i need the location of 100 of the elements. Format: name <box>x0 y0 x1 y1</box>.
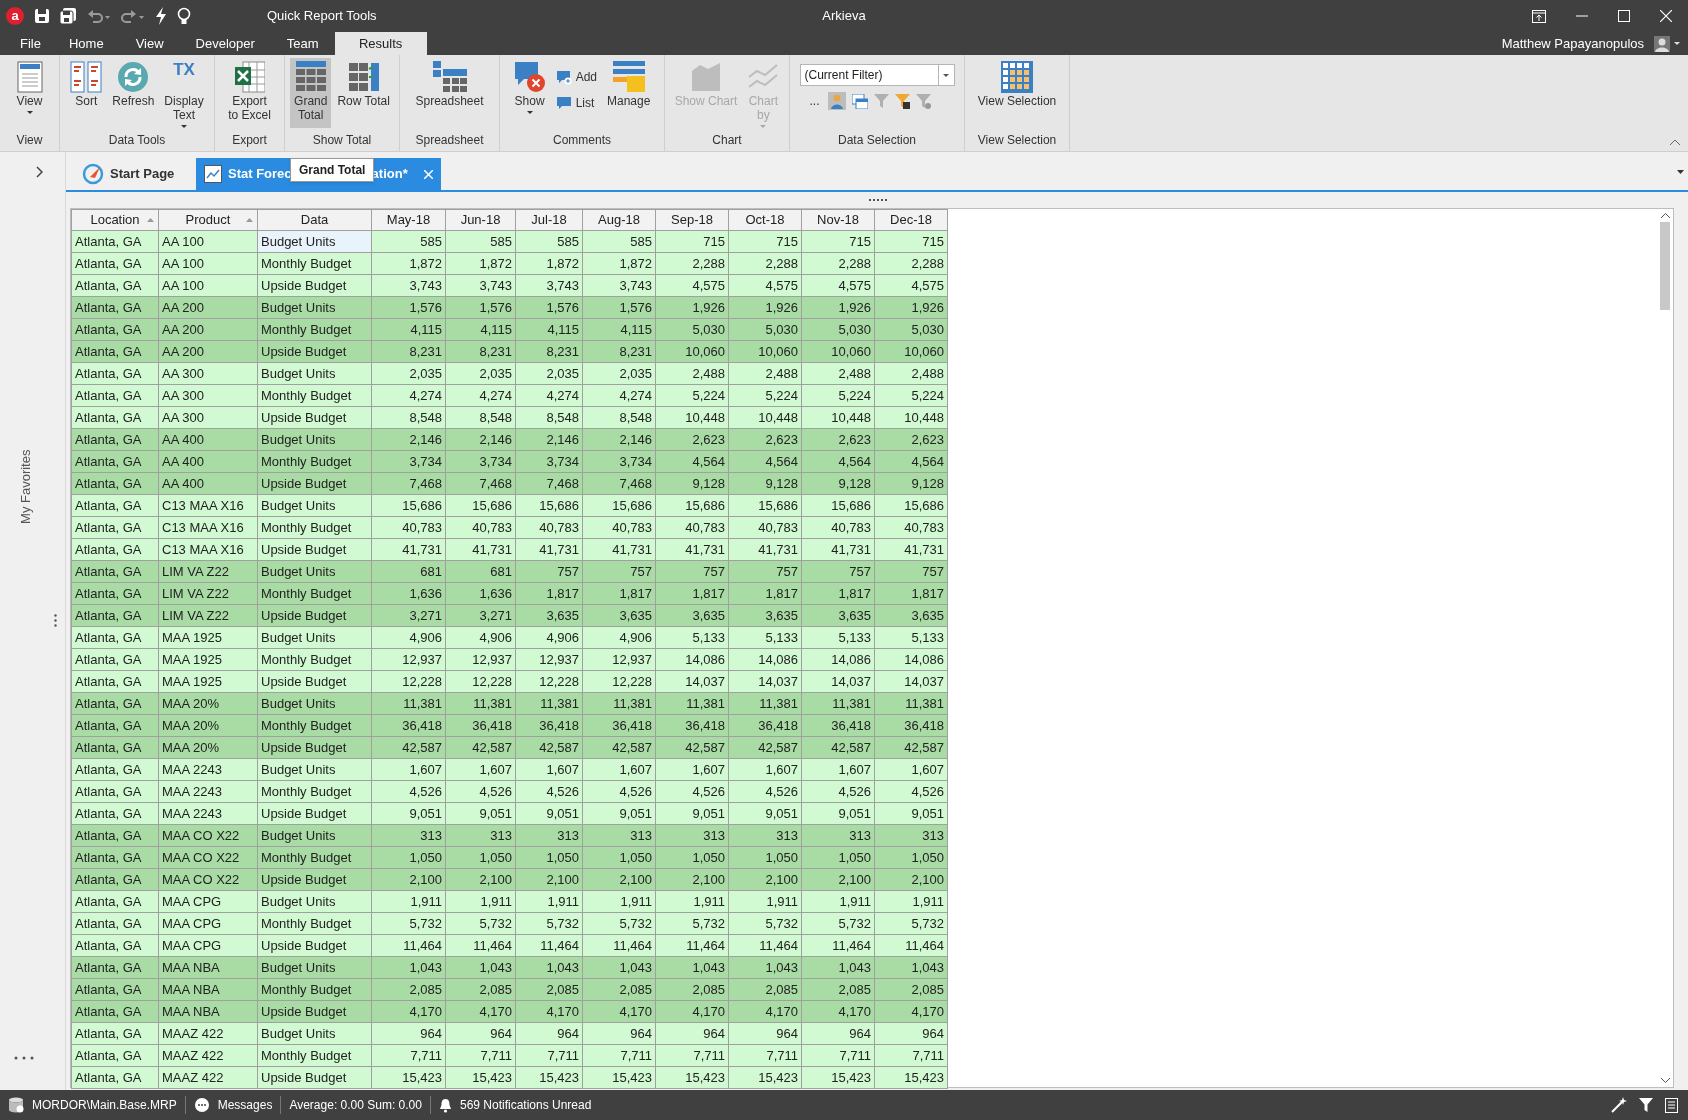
scrollbar-thumb[interactable] <box>1660 222 1670 310</box>
chart-icon <box>690 61 722 93</box>
scroll-down-icon[interactable] <box>1660 1078 1670 1083</box>
table-cell: Atlanta, GA <box>71 846 159 869</box>
ribbon-button[interactable]: Export to Excel <box>224 58 275 128</box>
column-header[interactable]: Jun-18 <box>445 209 516 231</box>
windows-icon[interactable] <box>851 93 868 109</box>
table-cell: Atlanta, GA <box>71 428 159 451</box>
table-cell: Atlanta, GA <box>71 956 159 979</box>
lightbulb-icon[interactable] <box>177 7 191 25</box>
redo-icon[interactable] <box>121 8 145 24</box>
lightning-icon[interactable] <box>155 7 167 25</box>
table-cell: Atlanta, GA <box>71 362 159 385</box>
user-filter-icon[interactable] <box>827 92 846 110</box>
table-cell: Atlanta, GA <box>71 1000 159 1023</box>
column-header[interactable]: May-18 <box>371 209 446 231</box>
menu-tab[interactable]: Results <box>334 32 427 55</box>
more-icon[interactable] <box>14 1056 34 1060</box>
table-cell: Atlanta, GA <box>71 824 159 847</box>
status-text: Average: 0.00 Sum: 0.00 <box>289 1097 422 1114</box>
scroll-up-icon[interactable] <box>1660 213 1670 218</box>
menu-tab[interactable]: Team <box>270 32 335 55</box>
column-header[interactable]: Aug-18 <box>582 209 656 231</box>
menu-tab[interactable]: Developer <box>179 32 271 55</box>
avatar-icon[interactable] <box>1654 35 1670 52</box>
table-cell: Atlanta, GA <box>71 406 159 429</box>
ribbon-button[interactable]: TX Display Text <box>160 58 208 128</box>
table-cell: Atlanta, GA <box>71 978 159 1001</box>
more-button[interactable]: ... <box>807 92 822 110</box>
ribbon-button[interactable]: View Selection <box>973 58 1061 128</box>
status-text: Messages <box>217 1097 273 1114</box>
caret-icon <box>943 73 949 77</box>
bell-icon <box>438 1097 452 1113</box>
table-cell: Atlanta, GA <box>71 318 159 341</box>
group-label: Data Tools <box>108 132 166 149</box>
column-header[interactable]: Nov-18 <box>801 209 875 231</box>
caret-icon <box>760 125 767 128</box>
magic-wand-icon[interactable] <box>1611 1097 1627 1113</box>
close-icon[interactable] <box>1660 10 1672 22</box>
table-cell: Atlanta, GA <box>71 296 159 319</box>
filter-save-icon[interactable] <box>894 93 910 109</box>
sidebar-tab[interactable]: My Favorites <box>16 449 36 525</box>
ribbon-button[interactable]: Spreadsheet <box>411 58 488 128</box>
spreadsheet-icon <box>234 61 265 93</box>
app-logo: a <box>6 7 24 25</box>
splitter-grip-icon[interactable] <box>869 198 887 202</box>
menu-tab[interactable]: View <box>119 32 180 55</box>
ribbon-button[interactable]: View <box>12 58 47 128</box>
ribbon-button[interactable]: Sort <box>66 58 107 128</box>
drag-handle-icon[interactable] <box>54 614 57 627</box>
table-cell: Atlanta, GA <box>71 252 159 275</box>
group-label: Export <box>232 132 267 149</box>
group-label: View <box>16 132 43 149</box>
context-title: Quick Report Tools <box>267 7 377 26</box>
undo-icon[interactable] <box>87 8 111 24</box>
table-cell: Atlanta, GA <box>71 912 159 935</box>
caret-icon[interactable] <box>1674 42 1680 45</box>
table-cell: Atlanta, GA <box>71 1066 159 1089</box>
maximize-icon[interactable] <box>1618 10 1630 22</box>
table-cell: Atlanta, GA <box>71 626 159 649</box>
window-title: Arkieva <box>822 7 866 26</box>
column-header[interactable]: Location <box>71 209 159 231</box>
spreadsheet-icon <box>432 61 467 93</box>
column-header[interactable]: Sep-18 <box>655 209 729 231</box>
comment-list-button[interactable]: List <box>555 94 597 112</box>
ribbon-button[interactable]: Manage <box>603 58 655 128</box>
table-cell: Atlanta, GA <box>71 604 159 627</box>
line-chart-icon <box>747 63 780 91</box>
column-header[interactable]: Oct-18 <box>728 209 802 231</box>
refresh-icon <box>117 61 150 93</box>
table-cell: Atlanta, GA <box>71 538 159 561</box>
column-header[interactable]: Data <box>257 209 372 231</box>
ribbon-button[interactable]: Show <box>509 58 550 128</box>
caret-icon[interactable] <box>1677 170 1684 174</box>
ribbon-display-icon[interactable] <box>1532 9 1546 23</box>
ribbon-button[interactable]: Grand Total <box>290 58 332 128</box>
save-all-icon[interactable] <box>60 7 77 25</box>
comment-add-button[interactable]: Add <box>555 68 597 86</box>
status-text: MORDOR\Main.Base.MRP <box>32 1097 177 1114</box>
column-header[interactable]: Jul-18 <box>515 209 583 231</box>
text-icon: TX <box>173 60 195 80</box>
chevron-right-icon[interactable] <box>36 166 43 178</box>
collapse-icon[interactable] <box>1670 139 1680 145</box>
table-cell: Atlanta, GA <box>71 230 159 253</box>
group-label: View Selection <box>977 132 1057 149</box>
table-icon <box>348 63 379 91</box>
save-icon[interactable] <box>34 8 50 24</box>
menu-tab[interactable]: File <box>8 32 53 55</box>
table-cell: Atlanta, GA <box>71 780 159 803</box>
table-cell: Atlanta, GA <box>71 758 159 781</box>
column-header[interactable]: Dec-18 <box>874 209 948 231</box>
column-header[interactable]: Product <box>158 209 258 231</box>
ribbon-button[interactable]: Row Total <box>333 58 394 128</box>
ribbon-button[interactable]: Refresh <box>108 58 159 128</box>
user-name[interactable]: Matthew Papayanopulos <box>1501 33 1644 54</box>
filter-dropdown[interactable]: (Current Filter) <box>799 64 955 86</box>
filter-icon[interactable] <box>1639 1098 1653 1112</box>
document-icon[interactable] <box>1665 1097 1678 1113</box>
document-tab[interactable]: Start Page <box>74 158 192 190</box>
menu-tab[interactable]: Home <box>52 32 120 55</box>
